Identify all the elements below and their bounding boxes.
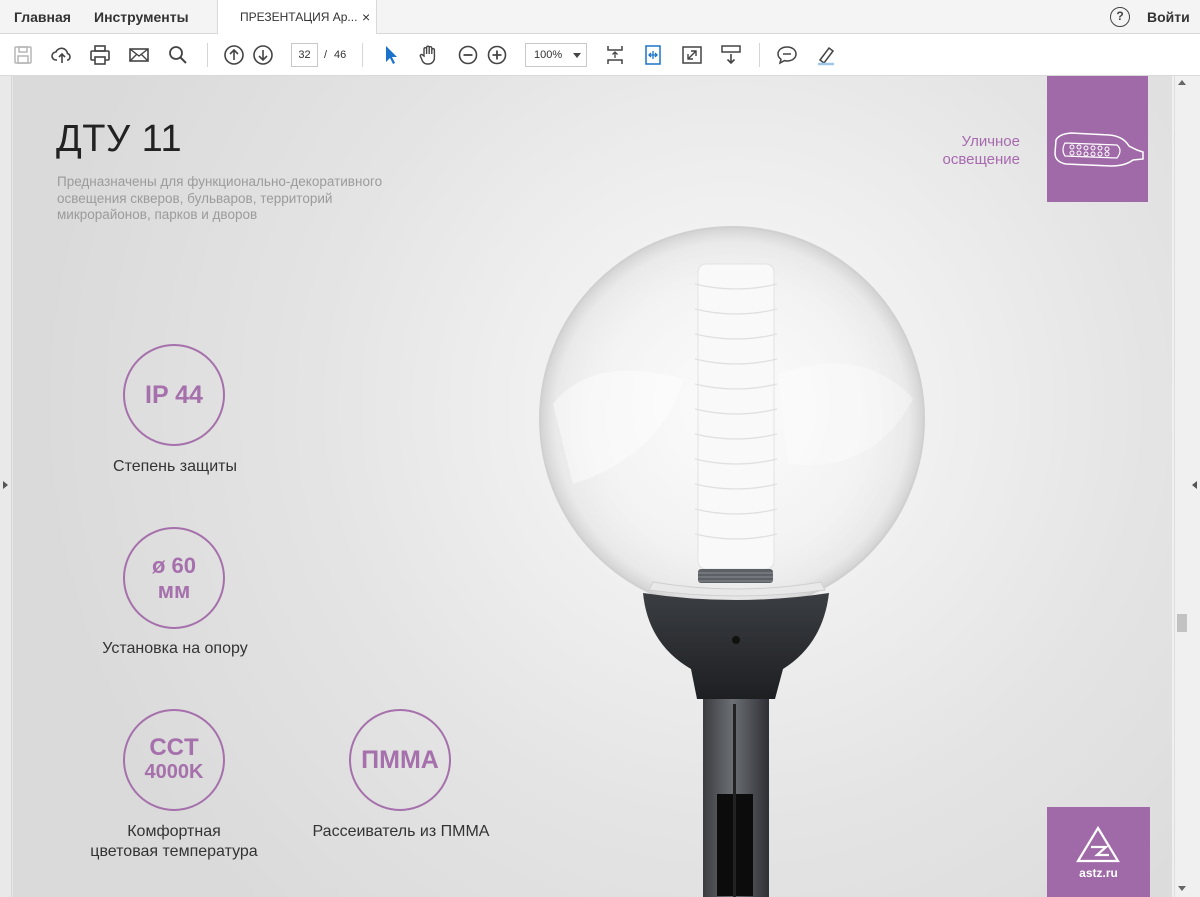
cct-badge: CCT 4000K [123, 709, 225, 811]
cct-label-line-1: Комфортная [127, 823, 221, 840]
select-cursor-icon[interactable] [379, 43, 403, 67]
left-panel-gutter [0, 76, 12, 897]
highlighter-icon[interactable] [814, 43, 838, 67]
close-tab-button[interactable]: × [362, 0, 370, 34]
document-tab-label: ПРЕЗЕНТАЦИЯ Ар... [240, 10, 358, 24]
pdf-page: ДТУ 11 Предназначены для функционально-д… [13, 76, 1172, 897]
email-icon[interactable] [127, 43, 151, 67]
category-line-2: освещение [942, 151, 1020, 168]
zoom-out-icon[interactable] [456, 43, 480, 67]
ip-rating-value: IP 44 [145, 380, 203, 409]
scroll-down-icon[interactable] [1178, 886, 1186, 891]
vertical-scrollbar[interactable] [1174, 76, 1188, 897]
category-line-1: Уличное [961, 133, 1020, 150]
scroll-up-icon[interactable] [1178, 80, 1186, 85]
signin-button[interactable]: Войти [1147, 0, 1190, 34]
company-logo-badge: astz.ru [1047, 807, 1150, 897]
street-lamp-icon [1054, 132, 1144, 167]
street-light-category-badge [1047, 76, 1148, 202]
help-icon[interactable]: ? [1110, 7, 1130, 27]
toolbar-separator [207, 43, 208, 67]
company-logo-icon [1076, 825, 1120, 863]
tab-bar: Главная Инструменты ПРЕЗЕНТАЦИЯ Ар... × … [0, 0, 1200, 34]
menu-home[interactable]: Главная [14, 0, 71, 34]
cct-label: Комфортная цветовая температура [53, 822, 295, 862]
mount-diameter-value: ø 60 [151, 553, 197, 578]
zoom-in-icon[interactable] [485, 43, 509, 67]
page-description: Предназначены для функционально-декорати… [57, 174, 383, 222]
mount-diameter-unit: мм [157, 578, 191, 603]
fit-width-icon[interactable] [641, 43, 665, 67]
category-label: Уличное освещение [893, 133, 1020, 169]
hand-tool-icon[interactable] [417, 43, 441, 67]
document-viewer[interactable]: ДТУ 11 Предназначены для функционально-д… [0, 76, 1200, 897]
zoom-select[interactable]: 100% [525, 43, 587, 67]
fullscreen-icon[interactable] [680, 43, 704, 67]
ip-rating-badge: IP 44 [123, 344, 225, 446]
mount-diameter-label: Установка на опору [102, 640, 248, 657]
diffuser-material-badge: ПММА [349, 709, 451, 811]
chevron-down-icon [573, 53, 581, 58]
cloud-upload-icon[interactable] [50, 43, 74, 67]
save-icon[interactable] [11, 43, 35, 67]
toolbar-separator [759, 43, 760, 67]
ip-rating-label: Степень защиты [113, 458, 237, 475]
expand-left-panel-icon[interactable] [3, 481, 8, 489]
page-total: 46 [334, 49, 347, 61]
zoom-value: 100% [534, 49, 563, 61]
page-number-input[interactable]: 32 [291, 43, 318, 67]
cct-title: CCT [149, 734, 199, 761]
page-title: ДТУ 11 [56, 118, 183, 160]
expand-right-panel-icon[interactable] [1192, 481, 1197, 489]
next-page-icon[interactable] [251, 43, 275, 67]
mount-diameter-badge: ø 60 мм [123, 527, 225, 629]
comment-icon[interactable] [775, 43, 799, 67]
toolbar: 32 / 46 100% [0, 34, 1200, 76]
prev-page-icon[interactable] [222, 43, 246, 67]
search-icon[interactable] [166, 43, 190, 67]
company-site-text: astz.ru [1079, 866, 1118, 880]
page-separator: / [324, 49, 328, 61]
fit-page-icon[interactable] [603, 43, 627, 67]
toolbar-separator [362, 43, 363, 67]
lamp-illustration [539, 226, 925, 897]
diffuser-material-value: ПММА [361, 745, 439, 774]
cct-label-line-2: цветовая температура [90, 843, 258, 860]
diffuser-material-label: Рассеиватель из ПММА [312, 823, 490, 840]
document-tab[interactable]: ПРЕЗЕНТАЦИЯ Ар... × [217, 0, 377, 34]
scrollbar-thumb[interactable] [1177, 614, 1187, 632]
scroll-mode-icon[interactable] [719, 43, 743, 67]
print-icon[interactable] [88, 43, 112, 67]
cct-value: 4000K [144, 761, 204, 783]
menu-tools[interactable]: Инструменты [94, 0, 189, 34]
